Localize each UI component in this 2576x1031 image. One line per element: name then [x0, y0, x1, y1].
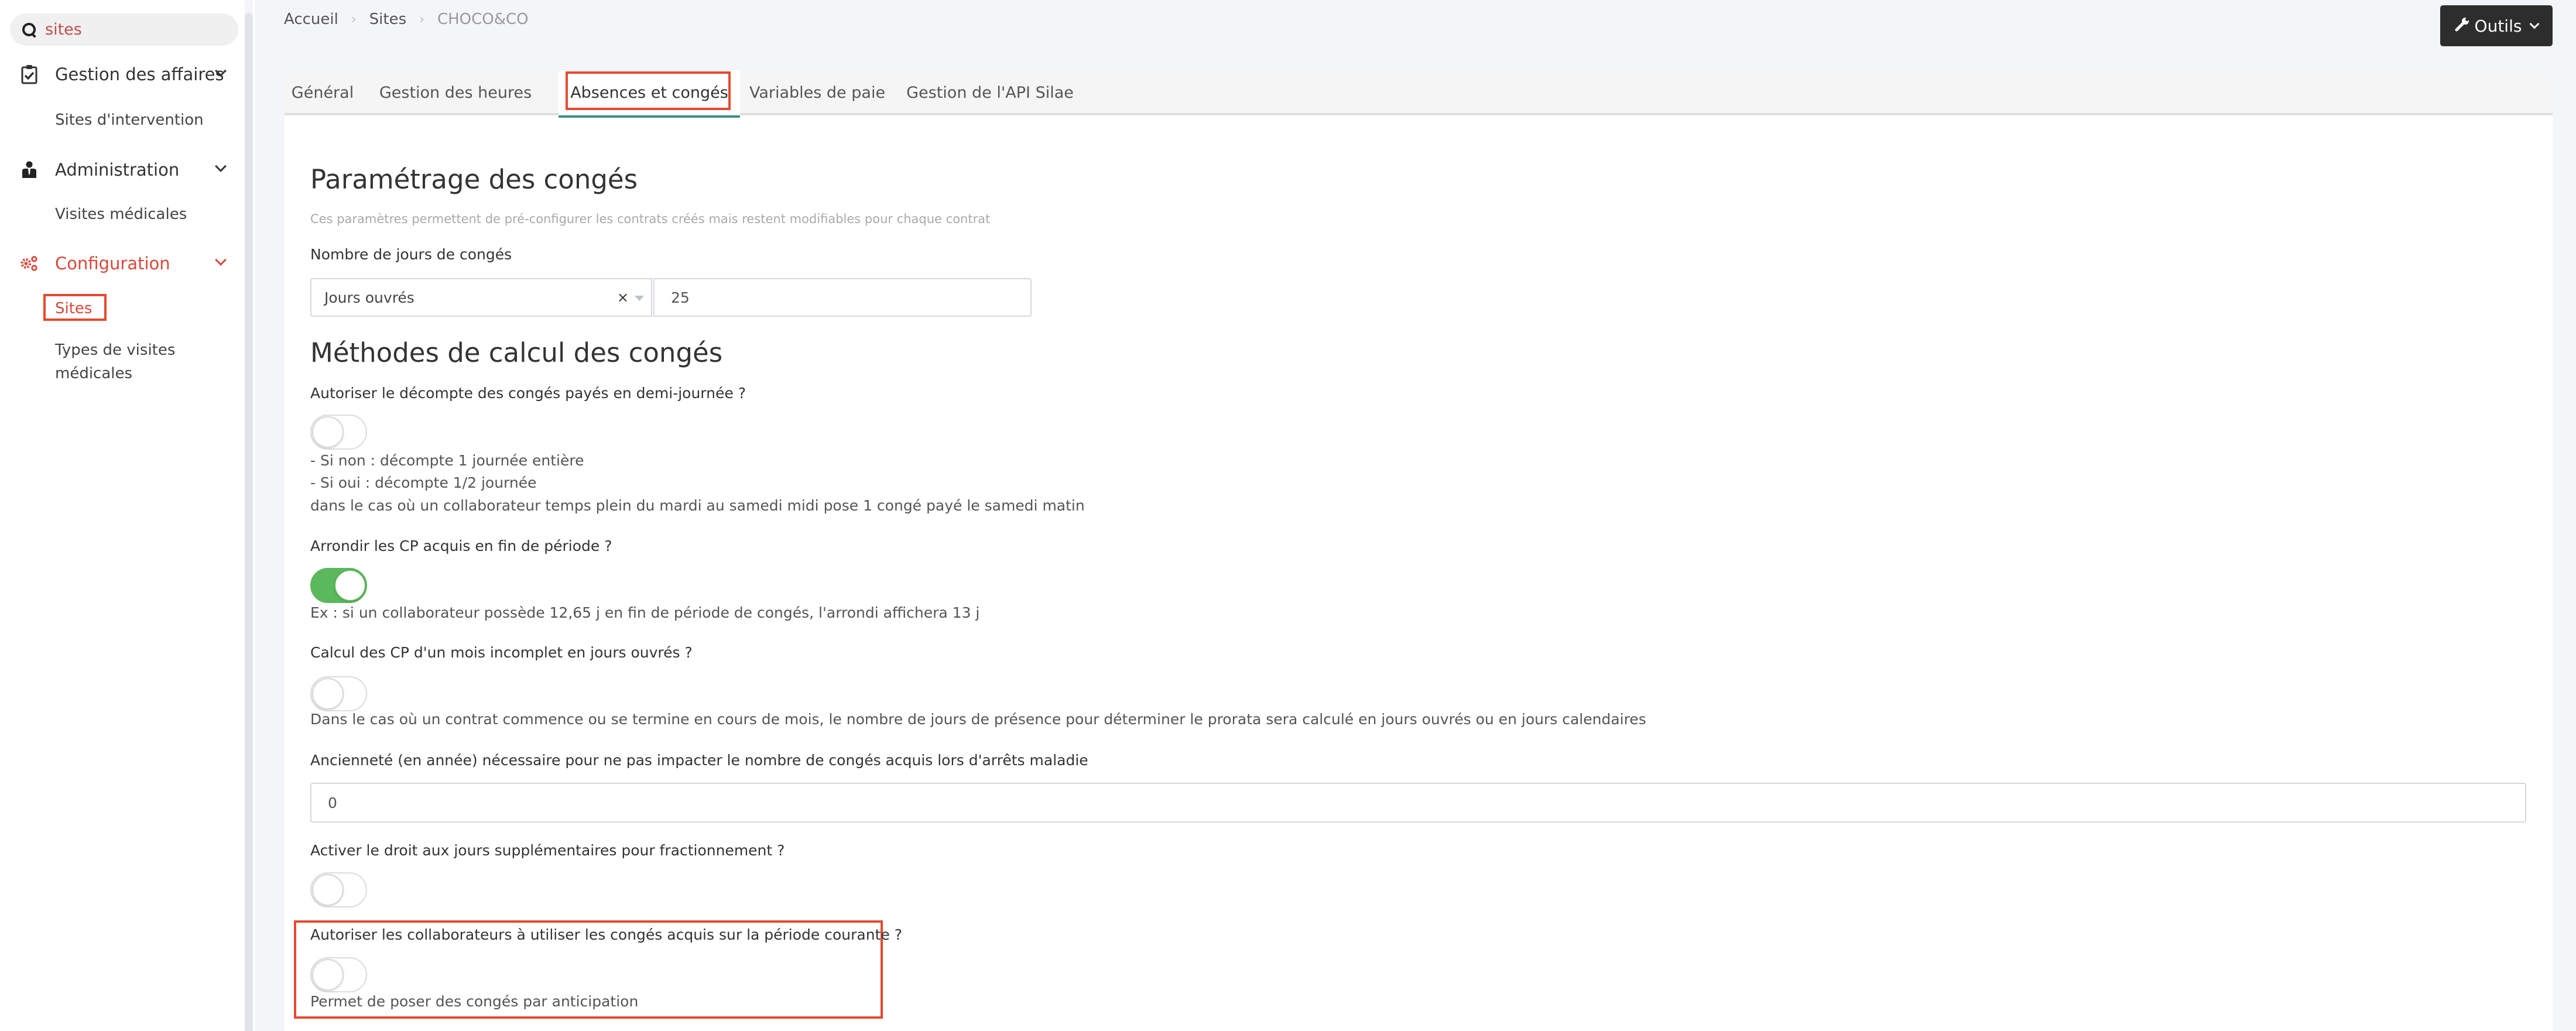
clear-icon[interactable]: × — [617, 289, 629, 306]
days-label: Nombre de jours de congés — [310, 246, 512, 263]
search-icon — [22, 22, 37, 37]
days-count-input[interactable] — [653, 278, 1032, 317]
section-title-parametrage: Paramétrage des congés — [310, 164, 638, 195]
sidebar-edge — [253, 0, 255, 1031]
sidebar-group-gestion-des-affaires[interactable]: Gestion des affaires — [0, 60, 245, 89]
breadcrumb-item-current: CHOCO&CO — [437, 11, 529, 28]
highlight-box — [43, 294, 107, 321]
sidebar-item-visites-medicales[interactable]: Visites médicales — [55, 203, 231, 226]
round-cp-help: Ex : si un collaborateur possède 12,65 j… — [310, 604, 980, 621]
cogs-icon — [20, 253, 39, 274]
tab-general[interactable]: Général — [286, 70, 354, 115]
sidebar: Gestion des affaires Sites d'interventio… — [0, 0, 245, 1031]
breadcrumb-item-accueil[interactable]: Accueil — [284, 11, 338, 28]
fractionnement-toggle[interactable] — [310, 872, 367, 907]
tools-button[interactable]: Outils — [2440, 5, 2553, 46]
breadcrumb-item-sites[interactable]: Sites — [369, 11, 406, 28]
tab-label: Général — [291, 84, 354, 102]
sidebar-group-label: Administration — [55, 160, 180, 180]
tools-button-label: Outils — [2474, 16, 2522, 36]
settings-card: Général Gestion des heures Absences et c… — [285, 70, 2553, 1031]
sidebar-item-sites-intervention[interactable]: Sites d'intervention — [55, 108, 231, 132]
incomplete-month-toggle[interactable] — [310, 676, 367, 711]
incomplete-month-label: Calcul des CP d'un mois incomplet en jou… — [310, 644, 693, 661]
breadcrumb-separator: › — [351, 12, 357, 27]
tab-label: Variables de paie — [749, 84, 886, 102]
tab-gestion-api-silae[interactable]: Gestion de l'API Silae — [905, 70, 1075, 115]
section-subtitle: Ces paramètres permettent de pré-configu… — [310, 212, 991, 226]
toggle-knob — [312, 416, 344, 448]
toggle-knob — [312, 959, 344, 991]
incomplete-month-help: Dans le cas où un contrat commence ou se… — [310, 711, 1646, 728]
sidebar-group-configuration[interactable]: Configuration — [0, 249, 245, 278]
current-period-toggle[interactable] — [310, 957, 367, 992]
chevron-down-icon — [215, 254, 227, 266]
current-period-help: Permet de poser des congés par anticipat… — [310, 993, 639, 1010]
toggle-knob — [334, 570, 366, 601]
sidebar-scrollbar[interactable] — [245, 13, 253, 1031]
round-cp-toggle[interactable] — [310, 568, 367, 603]
seniority-label: Ancienneté (en année) nécessaire pour ne… — [310, 752, 1088, 769]
sidebar-item-types-visites-medicales[interactable]: Types de visites médicales — [55, 338, 231, 385]
sidebar-group-label: Configuration — [55, 254, 170, 273]
clipboard-check-icon — [20, 64, 39, 85]
days-type-select[interactable]: Jours ouvrés × — [310, 278, 652, 317]
round-cp-label: Arrondir les CP acquis en fin de période… — [310, 537, 612, 554]
half-day-help-line: - Si oui : décompte 1/2 journée — [310, 474, 537, 491]
sidebar-group-administration[interactable]: Administration — [0, 155, 245, 184]
chevron-down-icon — [2529, 19, 2540, 29]
wrench-icon — [2455, 16, 2470, 36]
caret-down-icon[interactable] — [635, 296, 644, 301]
toggle-knob — [312, 874, 344, 906]
breadcrumb-separator: › — [419, 12, 424, 27]
half-day-label: Autoriser le décompte des congés payés e… — [310, 385, 746, 402]
tab-variables-de-paie[interactable]: Variables de paie — [749, 70, 885, 115]
toggle-knob — [312, 678, 344, 710]
tab-label: Gestion de l'API Silae — [906, 84, 1074, 102]
sidebar-search[interactable] — [10, 13, 238, 46]
tab-gestion-des-heures[interactable]: Gestion des heures — [379, 70, 532, 115]
highlight-box-tab — [566, 71, 731, 110]
user-tie-icon — [20, 159, 39, 180]
half-day-help-line: - Si non : décompte 1 journée entière — [310, 452, 584, 469]
section-title-methodes: Méthodes de calcul des congés — [310, 337, 723, 368]
half-day-toggle[interactable] — [310, 415, 367, 450]
sidebar-search-input[interactable] — [45, 20, 221, 39]
tab-label: Gestion des heures — [379, 84, 532, 102]
sidebar-group-label: Gestion des affaires — [55, 64, 224, 84]
current-period-label: Autoriser les collaborateurs à utiliser … — [310, 926, 902, 943]
days-type-value: Jours ouvrés — [324, 289, 415, 306]
half-day-help-line: dans le cas où un collaborateur temps pl… — [310, 497, 1085, 514]
seniority-input[interactable] — [310, 783, 2526, 823]
fractionnement-label: Activer le droit aux jours supplémentair… — [310, 842, 785, 859]
chevron-down-icon — [215, 160, 227, 172]
breadcrumb: Accueil › Sites › CHOCO&CO — [284, 11, 529, 28]
